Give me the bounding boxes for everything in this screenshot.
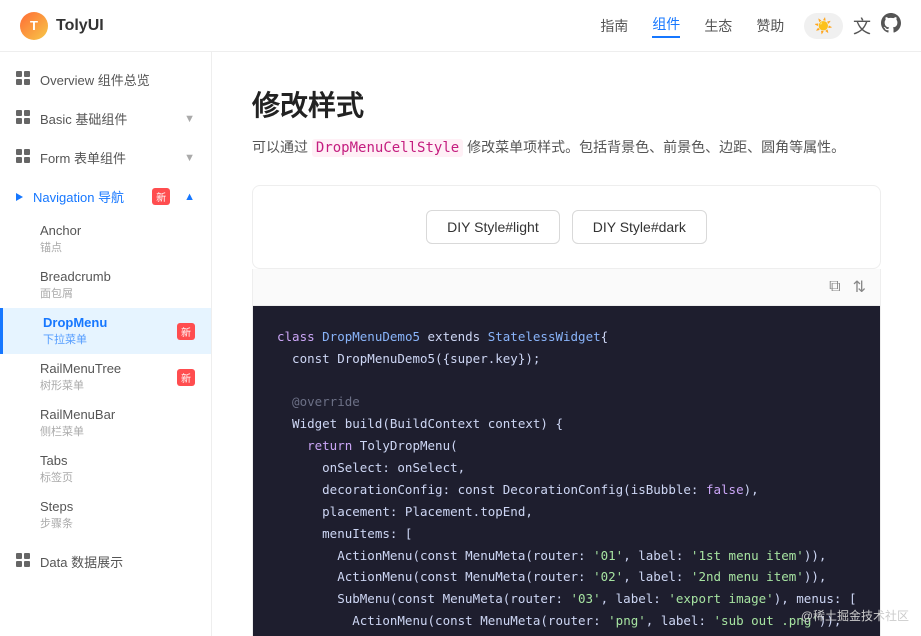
code-container: ⧉ ⇅ class DropMenuDemo5 extends Stateles… — [252, 269, 881, 636]
code-body[interactable]: class DropMenuDemo5 extends StatelessWid… — [253, 306, 880, 636]
nav-link-sponsor[interactable]: 赞助 — [756, 16, 784, 36]
chevron-down-icon: ▼ — [184, 113, 195, 125]
nav-link-ecosystem[interactable]: 生态 — [704, 16, 732, 36]
logo-icon: T — [20, 12, 48, 40]
code-line-12: ActionMenu(const MenuMeta(router: '02', … — [277, 566, 856, 588]
grid-icon — [16, 71, 30, 88]
demo-btn-light[interactable]: DIY Style#light — [426, 210, 560, 244]
badge-new-dropmenu: 新 — [177, 323, 195, 340]
sub-item-anchor[interactable]: Anchor 锚点 — [0, 216, 211, 262]
demo-area: DIY Style#light DIY Style#dark — [252, 185, 881, 269]
demo-btn-dark[interactable]: DIY Style#dark — [572, 210, 707, 244]
sidebar-item-data[interactable]: Data 数据展示 — [0, 542, 211, 581]
code-line-4: @override — [277, 391, 856, 413]
code-line-8: decorationConfig: const DecorationConfig… — [277, 479, 856, 501]
sidebar-item-overview[interactable]: Overview 组件总览 — [0, 60, 211, 99]
grid-icon-form — [16, 149, 30, 166]
translate-icon[interactable]: 文 — [853, 13, 871, 39]
code-line-7: onSelect: onSelect, — [277, 457, 856, 479]
code-line-11: ActionMenu(const MenuMeta(router: '01', … — [277, 545, 856, 567]
page-description: 可以通过 DropMenuCellStyle 修改菜单项样式。包括背景色、前景色… — [252, 136, 881, 161]
code-line-2: const DropMenuDemo5({super.key}); — [277, 348, 856, 370]
code-line-15: ActionMenu(const MenuMeta(router: 'jpeg'… — [277, 632, 856, 636]
sidebar: Overview 组件总览 Basic 基础组件 ▼ Form 表单组件 ▼ N… — [0, 52, 212, 636]
railmenutree-sublabel: 树形菜单 — [40, 377, 121, 393]
tabs-label: Tabs — [40, 453, 195, 468]
nav-link-components[interactable]: 组件 — [652, 14, 680, 38]
grid-icon-data — [16, 553, 30, 570]
anchor-sublabel: 锚点 — [40, 239, 195, 255]
dropmenu-label: DropMenu — [43, 315, 107, 330]
railmenutree-label: RailMenuTree — [40, 361, 121, 376]
sidebar-item-form[interactable]: Form 表单组件 ▼ — [0, 138, 211, 177]
chevron-up-icon: ▲ — [184, 191, 195, 203]
code-line-13: SubMenu(const MenuMeta(router: '03', lab… — [277, 588, 856, 610]
sub-item-dropmenu[interactable]: DropMenu 下拉菜单 新 — [0, 308, 211, 354]
code-expand-button[interactable]: ⇅ — [851, 275, 868, 299]
sub-item-railmenutree[interactable]: RailMenuTree 树形菜单 新 — [0, 354, 211, 400]
grid-icon-basic — [16, 110, 30, 127]
sub-item-breadcrumb[interactable]: Breadcrumb 面包屑 — [0, 262, 211, 308]
nav-icons: ☀️ 文 — [804, 13, 901, 39]
sub-item-tabs[interactable]: Tabs 标签页 — [0, 446, 211, 492]
anchor-label: Anchor — [40, 223, 195, 238]
top-nav: T TolyUI 指南 组件 生态 赞助 ☀️ 文 — [0, 0, 921, 52]
badge-new-nav: 新 — [152, 188, 170, 205]
badge-new-railmenutree: 新 — [177, 369, 195, 386]
dropmenu-sublabel: 下拉菜单 — [43, 331, 107, 347]
github-icon[interactable] — [881, 13, 901, 38]
triangle-icon — [16, 193, 23, 201]
theme-toggle[interactable]: ☀️ — [804, 13, 843, 39]
code-toolbar: ⧉ ⇅ — [253, 269, 880, 306]
sidebar-data-label: Data 数据展示 — [40, 552, 195, 571]
chevron-down-icon-form: ▼ — [184, 152, 195, 164]
breadcrumb-sublabel: 面包屑 — [40, 285, 195, 301]
main-layout: Overview 组件总览 Basic 基础组件 ▼ Form 表单组件 ▼ N… — [0, 52, 921, 636]
sub-item-railmenubar[interactable]: RailMenuBar 侧栏菜单 — [0, 400, 211, 446]
code-line-14: ActionMenu(const MenuMeta(router: 'png',… — [277, 610, 856, 632]
nav-link-guide[interactable]: 指南 — [600, 16, 628, 36]
tabs-sublabel: 标签页 — [40, 469, 195, 485]
nav-links: 指南 组件 生态 赞助 — [600, 14, 784, 38]
sidebar-item-navigation[interactable]: Navigation 导航 新 ▲ — [0, 177, 211, 216]
sidebar-basic-label: Basic 基础组件 — [40, 109, 174, 128]
code-line-6: return TolyDropMenu( — [277, 435, 856, 457]
code-line-1: class DropMenuDemo5 extends StatelessWid… — [277, 326, 856, 348]
demo-buttons: DIY Style#light DIY Style#dark — [426, 210, 707, 244]
sidebar-form-label: Form 表单组件 — [40, 148, 174, 167]
sidebar-item-basic[interactable]: Basic 基础组件 ▼ — [0, 99, 211, 138]
content-area: 修改样式 可以通过 DropMenuCellStyle 修改菜单项样式。包括背景… — [212, 52, 921, 636]
sidebar-nav-label: Navigation 导航 — [33, 187, 142, 206]
code-line-9: placement: Placement.topEnd, — [277, 501, 856, 523]
steps-label: Steps — [40, 499, 195, 514]
code-copy-button[interactable]: ⧉ — [827, 276, 842, 298]
logo-text: TolyUI — [56, 17, 104, 35]
railmenubar-label: RailMenuBar — [40, 407, 195, 422]
logo[interactable]: T TolyUI — [20, 12, 104, 40]
highlight-word: DropMenuCellStyle — [312, 139, 463, 157]
sidebar-overview-label: Overview 组件总览 — [40, 70, 150, 89]
code-line-10: menuItems: [ — [277, 523, 856, 545]
sub-item-steps[interactable]: Steps 步骤条 — [0, 492, 211, 538]
railmenubar-sublabel: 侧栏菜单 — [40, 423, 195, 439]
steps-sublabel: 步骤条 — [40, 515, 195, 531]
code-line-3 — [277, 370, 856, 392]
code-line-5: Widget build(BuildContext context) { — [277, 413, 856, 435]
breadcrumb-label: Breadcrumb — [40, 269, 195, 284]
page-title: 修改样式 — [252, 84, 881, 124]
